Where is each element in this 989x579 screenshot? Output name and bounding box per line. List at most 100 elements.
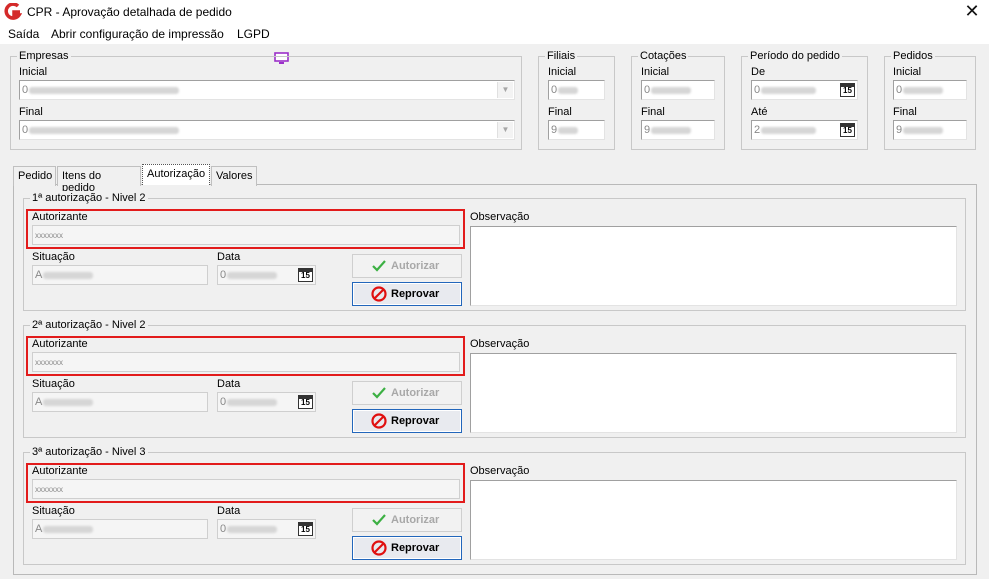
pedido-final-label: Final [893,106,917,118]
data-date[interactable]: 0 15 [217,265,316,285]
observacao-label: Observação [470,211,530,223]
check-icon [372,514,386,526]
empresa-inicial-value: 0 [22,84,29,96]
autorizante-label: Autorizante [32,211,88,223]
menu-item-lgpd[interactable]: LGPD [237,27,270,41]
cotacao-inicial-label: Inicial [641,66,670,78]
situacao-value: A [35,523,43,535]
data-date[interactable]: 0 15 [217,392,316,412]
situacao-input[interactable]: A [32,392,208,412]
calendar-glyph: 15 [301,398,310,407]
autorizante-label: Autorizante [32,338,88,350]
window-title: CPR - Aprovação detalhada de pedido [27,5,232,19]
data-value: 0 [220,523,227,535]
periodo-ate-date[interactable]: 2 15 [751,120,858,140]
pedido-final-input[interactable]: 9 [893,120,967,140]
pedido-inicial-value: 0 [896,84,903,96]
calendar-glyph: 15 [843,126,852,135]
stop-icon [371,286,387,302]
pedido-final-value: 9 [896,124,903,136]
data-value: 0 [220,269,227,281]
filial-final-input[interactable]: 9 [548,120,605,140]
autorizar-label: Autorizar [391,387,440,399]
tab-valores[interactable]: Valores [211,166,257,186]
cotacao-final-input[interactable]: 9 [641,120,715,140]
filial-inicial-value: 0 [551,84,558,96]
reprovar-button[interactable]: Reprovar [352,282,462,306]
menu-item-print-config[interactable]: Abrir configuração de impressão [51,27,224,41]
cotacoes-legend: Cotações [638,49,689,63]
situacao-input[interactable]: A [32,519,208,539]
filial-inicial-label: Inicial [548,66,577,78]
situacao-label: Situação [32,505,75,517]
approval-legend: 1ª autorização - Nivel 2 [30,191,148,205]
reprovar-button[interactable]: Reprovar [352,536,462,560]
calendar-icon[interactable]: 15 [298,268,313,282]
periodo-de-value: 0 [754,84,761,96]
observacao-textarea[interactable] [470,353,957,433]
app-logo-icon [4,3,22,20]
autorizante-input[interactable]: xxxxxxx [32,352,460,372]
filial-final-label: Final [548,106,572,118]
tab-autorizacao[interactable]: Autorização [142,164,210,185]
calendar-icon[interactable]: 15 [840,83,855,97]
calendar-glyph: 15 [301,271,310,280]
calendar-glyph: 15 [301,525,310,534]
pedido-inicial-label: Inicial [893,66,922,78]
data-label: Data [217,251,241,263]
calendar-icon[interactable]: 15 [840,123,855,137]
periodo-ate-value: 2 [754,124,761,136]
autorizar-label: Autorizar [391,260,440,272]
reprovar-label: Reprovar [391,542,440,554]
reprovar-button[interactable]: Reprovar [352,409,462,433]
periodo-de-date[interactable]: 0 15 [751,80,858,100]
empresa-inicial-label: Inicial [19,66,48,78]
periodo-de-label: De [751,66,766,78]
situacao-value: A [35,396,43,408]
periodo-ate-label: Até [751,106,768,118]
cotacao-inicial-input[interactable]: 0 [641,80,715,100]
approval-legend: 3ª autorização - Nivel 3 [30,445,148,459]
tab-itens-do-pedido[interactable]: Itens do pedido [57,166,141,194]
reprovar-label: Reprovar [391,415,440,427]
autorizante-value: xxxxxxx [35,485,63,494]
autorizar-button[interactable]: Autorizar [352,381,462,405]
filial-inicial-input[interactable]: 0 [548,80,605,100]
approval-legend: 2ª autorização - Nivel 2 [30,318,148,332]
empresa-final-label: Final [19,106,43,118]
filial-final-value: 9 [551,124,558,136]
situacao-label: Situação [32,378,75,390]
menu-bar: Saída Abrir configuração de impressão LG… [0,24,989,64]
check-icon [372,260,386,272]
situacao-input[interactable]: A [32,265,208,285]
data-date[interactable]: 0 15 [217,519,316,539]
calendar-icon[interactable]: 15 [298,395,313,409]
chevron-down-icon[interactable]: ▼ [497,82,513,98]
data-label: Data [217,505,241,517]
tab-pedido[interactable]: Pedido [13,166,56,186]
observacao-label: Observação [470,338,530,350]
close-button[interactable]: ✕ [958,0,986,24]
title-bar: CPR - Aprovação detalhada de pedido ✕ [0,0,989,24]
empresa-final-select[interactable]: 0 ▼ [19,120,515,140]
observacao-textarea[interactable] [470,480,957,560]
observacao-textarea[interactable] [470,226,957,306]
empresa-inicial-select[interactable]: 0 ▼ [19,80,515,100]
cotacao-final-label: Final [641,106,665,118]
autorizante-input[interactable]: xxxxxxx [32,479,460,499]
chevron-down-icon[interactable]: ▼ [497,122,513,138]
calendar-icon[interactable]: 15 [298,522,313,536]
autorizante-input[interactable]: xxxxxxx [32,225,460,245]
autorizar-button[interactable]: Autorizar [352,508,462,532]
cotacao-inicial-value: 0 [644,84,651,96]
situacao-value: A [35,269,43,281]
autorizar-button[interactable]: Autorizar [352,254,462,278]
filiais-legend: Filiais [545,49,578,63]
data-value: 0 [220,396,227,408]
pedido-inicial-input[interactable]: 0 [893,80,967,100]
menu-item-saida[interactable]: Saída [8,27,39,41]
reprovar-label: Reprovar [391,288,440,300]
autorizante-label: Autorizante [32,465,88,477]
autorizar-label: Autorizar [391,514,440,526]
autorizante-value: xxxxxxx [35,231,63,240]
